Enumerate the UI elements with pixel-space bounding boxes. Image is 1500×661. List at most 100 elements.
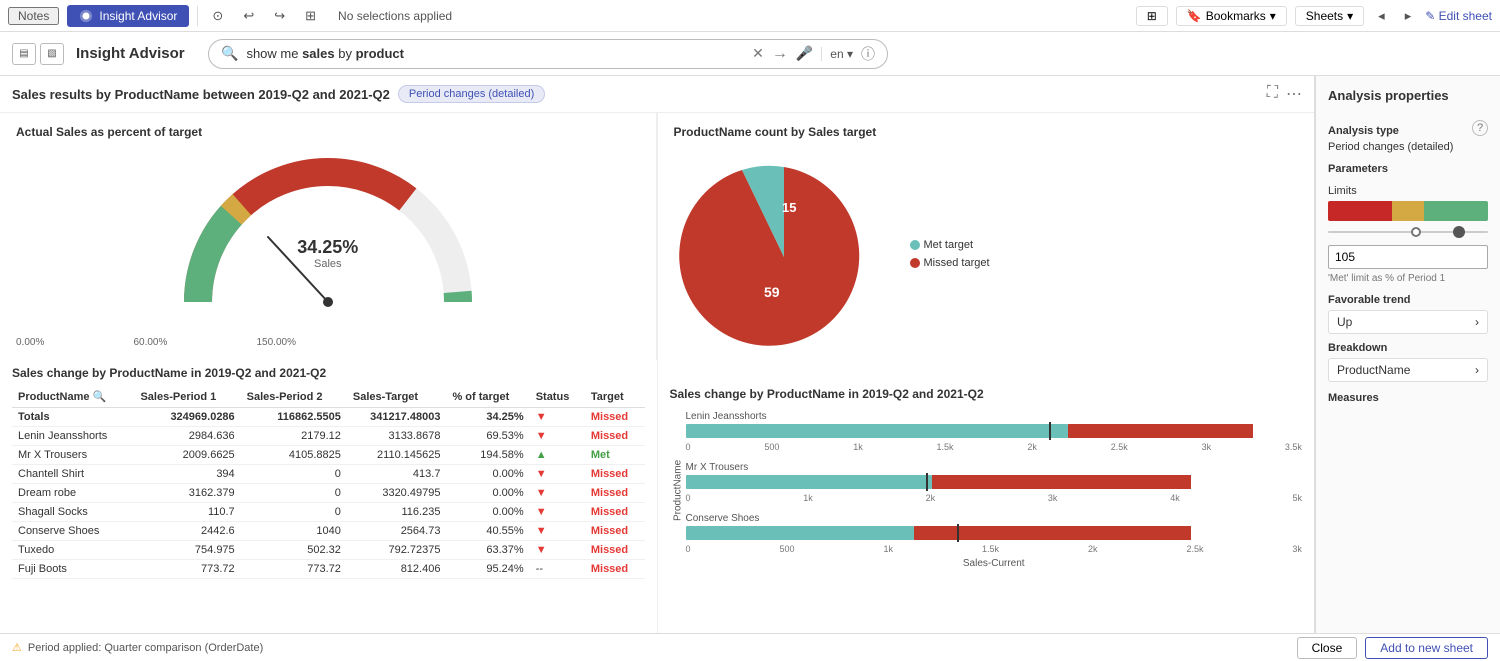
table-row: Fuji Boots 773.72 773.72 812.406 95.24% … [12,560,645,579]
gauge-center-text: 34.25% Sales [297,237,358,270]
favorable-trend-dropdown[interactable]: Up › [1328,310,1488,334]
search-toggle-button[interactable]: ⊙ [206,6,229,26]
right-panel-toggle[interactable]: ▧ [40,43,64,65]
bar-red-fill-1 [1068,424,1253,438]
limit-input[interactable] [1328,245,1488,269]
col-sales-p1: Sales-Period 1 [134,386,240,408]
analysis-panel: Analysis properties Analysis type ? Peri… [1315,76,1500,633]
pie-svg: 59 15 [674,152,894,362]
bottom-bar: ⚠ Period applied: Quarter comparison (Or… [0,633,1500,661]
search-input-display[interactable]: show me sales by product [246,46,744,61]
x-axis-3: 05001k1.5k2k2.5k3k [686,544,1303,554]
sheets-button[interactable]: Sheets ▾ [1295,6,1364,26]
table-title: Sales change by ProductName in 2019-Q2 a… [12,360,645,380]
table-row: Lenin Jeansshorts 2984.636 2179.12 3133.… [12,427,645,446]
more-options-icon[interactable]: ⋯ [1286,84,1302,104]
x-axis-1: 05001k1.5k2k2.5k3k3.5k [686,442,1303,452]
search-language-selector[interactable]: en ▾ [821,47,853,61]
undo-button[interactable]: ↩ [237,6,260,26]
bar-label-2: Mr X Trousers [686,462,1303,473]
bar-row-3: Conserve Shoes 05001k1.5k2k2.5k3k [686,513,1303,554]
result-header: Sales results by ProductName between 201… [0,76,1314,113]
pie-legend-met: Met target [910,239,990,251]
bookmarks-chevron: ▾ [1270,9,1276,23]
parameters-label: Parameters [1328,163,1488,175]
content-right: ProductName count by Sales target 59 [658,113,1315,633]
totals-p2: 116862.5505 [241,408,347,427]
search-mic-button[interactable]: 🎤 [796,45,813,62]
next-sheet-button[interactable]: ▸ [1399,6,1418,26]
pie-chart-section: ProductName count by Sales target 59 [658,113,1315,379]
bar-label-1: Lenin Jeansshorts [686,411,1303,422]
bookmarks-button[interactable]: 🔖 Bookmarks ▾ [1176,6,1287,26]
gauge-chart-title: Actual Sales as percent of target [16,125,640,139]
limits-tan-segment [1392,201,1424,221]
limits-color-bar [1328,201,1488,221]
insight-advisor-tab[interactable]: Insight Advisor [67,5,189,27]
bar-chart-section: Sales change by ProductName in 2019-Q2 a… [658,379,1315,577]
content-split: Actual Sales as percent of target [0,113,1314,633]
col-status: Status [530,386,585,408]
expand-icon[interactable]: ⛶ [1267,84,1278,104]
notes-button[interactable]: Notes [8,7,59,25]
target-line-1 [1049,422,1051,440]
table-row: Dream robe 3162.379 0 3320.49795 0.00% ▼… [12,484,645,503]
grid-button[interactable]: ⊞ [299,6,322,26]
prev-sheet-button[interactable]: ◂ [1372,6,1391,26]
result-header-actions: ⛶ ⋯ [1267,84,1302,104]
add-to-sheet-button[interactable]: Add to new sheet [1365,637,1488,659]
period-badge[interactable]: Period changes (detailed) [398,85,545,103]
grid-view-button[interactable]: ⊞ [1136,6,1168,26]
result-title: Sales results by ProductName between 201… [12,87,390,102]
totals-name: Totals [12,408,134,427]
bar-row-2: Mr X Trousers 01k2k3k4k5k [686,462,1303,503]
gauge-center-label: Sales [297,258,358,270]
bar-teal-fill-2 [686,475,933,489]
help-icon[interactable]: ? [1472,120,1488,136]
slider-thumb-right[interactable] [1453,226,1465,238]
redo-button[interactable]: ↪ [268,6,291,26]
search-bar[interactable]: 🔍 show me sales by product ✕ → 🎤 en ▾ ⓘ [208,39,888,69]
col-productname: ProductName 🔍 [12,386,134,408]
table-totals-row: Totals 324969.0286 116862.5505 341217.48… [12,408,645,427]
table-row: Tuxedo 754.975 502.32 792.72375 63.37% ▼… [12,541,645,560]
gauge-chart-section: Actual Sales as percent of target [0,113,657,360]
search-text-1: show me [246,46,302,61]
breakdown-value: ProductName [1337,363,1410,377]
gauge-container: 34.25% Sales [16,147,640,347]
analysis-type-label: Analysis type [1328,125,1399,137]
table-section: Sales change by ProductName in 2019-Q2 a… [0,360,657,587]
bars-area: Lenin Jeansshorts 05001k1.5k2k2.5k3k3.5k [686,411,1303,569]
left-panel-toggle[interactable]: ▤ [12,43,36,65]
x-axis-main-label: Sales-Current [686,558,1303,569]
favorable-chevron-icon: › [1475,315,1479,329]
analysis-panel-title: Analysis properties [1328,88,1488,103]
totals-arrow: ▼ [530,408,585,427]
limits-label: Limits [1328,185,1488,197]
table-row: Conserve Shoes 2442.6 1040 2564.73 40.55… [12,522,645,541]
slider-thumb-left[interactable] [1411,227,1421,237]
search-bold-2: product [356,46,404,61]
breakdown-chevron-icon: › [1475,363,1479,377]
gauge-percent: 34.25% [297,237,358,258]
col-sales-p2: Sales-Period 2 [241,386,347,408]
panel-toggles: ▤ ▧ [12,43,64,65]
close-button[interactable]: Close [1297,637,1358,659]
col-pct: % of target [446,386,529,408]
target-line-3 [957,524,959,542]
search-text-2: by [335,46,356,61]
pie-container: 59 15 Met target Missed target [674,147,1299,367]
search-clear-button[interactable]: ✕ [752,45,764,62]
limits-slider[interactable] [1328,225,1488,239]
search-info-button[interactable]: ⓘ [861,44,875,64]
col-target2: Target [585,386,645,408]
left-panel: Sales results by ProductName between 201… [0,76,1315,633]
table-row: Shagall Socks 110.7 0 116.235 0.00% ▼ Mi… [12,503,645,522]
period-info-icon: ⚠ [12,641,22,654]
column-search-icon[interactable]: 🔍 [93,391,107,403]
bar-red-fill-3 [914,526,1191,540]
breakdown-dropdown[interactable]: ProductName › [1328,358,1488,382]
bar-row-1: Lenin Jeansshorts 05001k1.5k2k2.5k3k3.5k [686,411,1303,452]
edit-sheet-button[interactable]: ✎ Edit sheet [1425,9,1492,23]
search-submit-button[interactable]: → [772,45,788,63]
